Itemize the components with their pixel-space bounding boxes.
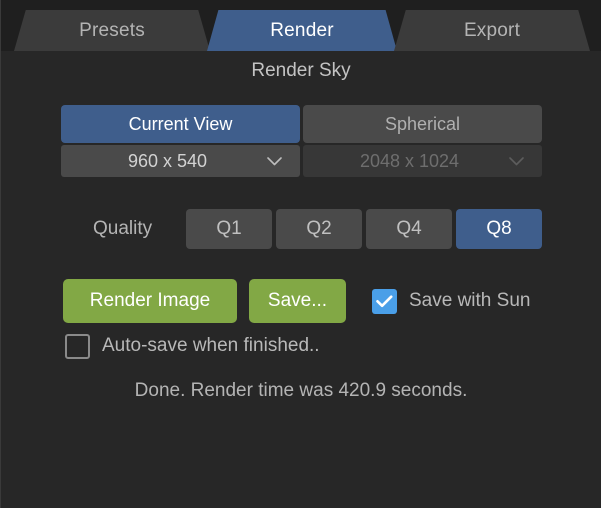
resolution-group: 960 x 540 2048 x 1024	[61, 145, 542, 177]
tab-export[interactable]: Export	[394, 10, 590, 51]
quality-option-q4-label: Q4	[396, 218, 422, 239]
tab-render[interactable]: Render	[207, 10, 397, 51]
quality-label: Quality	[93, 218, 153, 239]
panel-body: Render Sky Current View Spherical 960 x …	[1, 51, 601, 507]
tab-render-label: Render	[270, 19, 334, 41]
chevron-down-icon	[267, 157, 282, 166]
view-mode-group: Current View Spherical	[61, 105, 542, 143]
quality-row: Quality Q1 Q2 Q4 Q8	[61, 209, 542, 249]
auto-save-label: Auto-save when finished..	[102, 335, 320, 356]
render-sky-panel: Presets Render Export Render Sky Current…	[0, 0, 601, 508]
resolution-dropdown-spherical[interactable]: 2048 x 1024	[303, 145, 542, 177]
quality-option-q4[interactable]: Q4	[366, 209, 452, 249]
save-with-sun-checkbox[interactable]: Save with Sun	[372, 288, 531, 314]
status-text: Done. Render time was 420.9 seconds.	[134, 380, 468, 401]
actions-row: Render Image Save... Save with Sun	[63, 279, 530, 323]
tab-presets[interactable]: Presets	[14, 10, 210, 51]
checkbox-box	[372, 288, 397, 314]
auto-save-row: Auto-save when finished..	[65, 331, 320, 361]
view-mode-current-view[interactable]: Current View	[61, 105, 300, 143]
resolution-spherical-value: 2048 x 1024	[359, 150, 460, 171]
tab-export-label: Export	[463, 19, 521, 41]
tab-bar: Presets Render Export	[1, 0, 601, 51]
view-mode-current-view-label: Current View	[128, 113, 233, 134]
render-image-button[interactable]: Render Image	[63, 279, 237, 323]
quality-option-q1[interactable]: Q1	[186, 209, 272, 249]
check-icon	[376, 294, 393, 307]
resolution-current-view-value: 960 x 540	[127, 150, 208, 171]
quality-option-q8[interactable]: Q8	[456, 209, 542, 249]
quality-option-q2[interactable]: Q2	[276, 209, 362, 249]
chevron-down-icon	[509, 157, 524, 166]
resolution-dropdown-current-view[interactable]: 960 x 540	[61, 145, 300, 177]
tab-presets-label: Presets	[79, 19, 145, 41]
save-with-sun-label: Save with Sun	[409, 290, 531, 311]
quality-option-q2-label: Q2	[306, 218, 332, 239]
checkbox-box	[65, 333, 90, 359]
quality-option-q1-label: Q1	[216, 218, 242, 239]
quality-option-q8-label: Q8	[486, 218, 512, 239]
quality-button-group: Q1 Q2 Q4 Q8	[186, 209, 542, 249]
view-mode-spherical[interactable]: Spherical	[303, 105, 542, 143]
view-mode-spherical-label: Spherical	[384, 113, 461, 134]
auto-save-checkbox[interactable]: Auto-save when finished..	[65, 333, 320, 359]
save-button[interactable]: Save...	[249, 279, 346, 323]
page-title: Render Sky	[251, 60, 351, 81]
